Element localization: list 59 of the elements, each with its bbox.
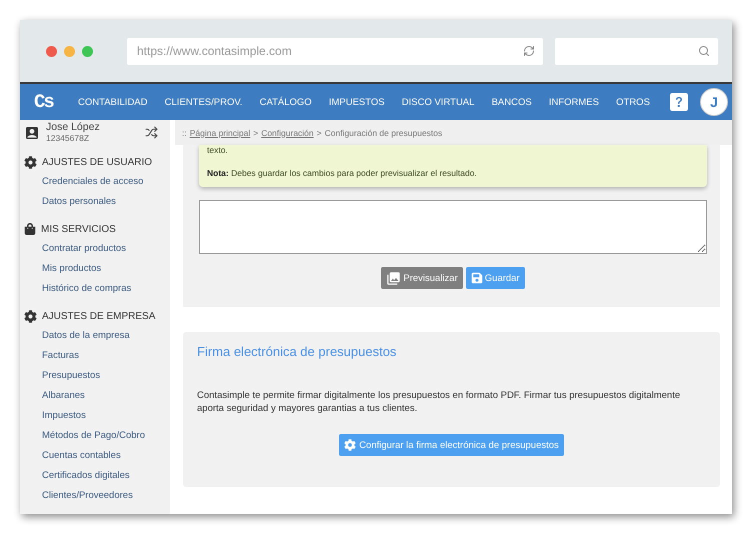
close-dot-icon[interactable]	[46, 46, 57, 56]
gear-icon	[344, 439, 356, 451]
note-text: texto.	[207, 145, 229, 156]
nav-link[interactable]: INFORMES	[548, 96, 599, 108]
sidebar-link[interactable]: Contratar productos	[20, 239, 170, 259]
breadcrumb-separator: >	[316, 128, 322, 138]
shopping-bag-icon	[24, 223, 36, 235]
description-text: Contasimple te permite firmar digitalmente los presupuestos en formato PDF. Firmar tus presupuestos digitalmente aporta seguridad y mayores garantias a tus clientes.	[197, 389, 682, 415]
images-icon	[386, 270, 402, 286]
text-area[interactable]	[199, 200, 707, 254]
sidebar-link[interactable]: Albaranes	[20, 386, 170, 406]
maximize-dot-icon[interactable]	[82, 46, 93, 56]
shuffle-icon[interactable]	[145, 126, 158, 139]
save-button[interactable]: Guardar	[466, 267, 525, 289]
nav-link[interactable]: CATÁLOGO	[260, 96, 312, 108]
breadcrumb-separator: >	[253, 128, 258, 138]
user-card-icon	[24, 124, 40, 140]
breadcrumb-link[interactable]: Configuración	[261, 128, 314, 138]
gear-icon	[24, 156, 37, 168]
gear-icon	[24, 310, 37, 322]
sidebar-link[interactable]: Credenciales de acceso	[20, 172, 170, 192]
nav-link[interactable]: DISCO VIRTUAL	[402, 96, 474, 108]
section-heading: AJUSTES DE EMPRESA	[42, 310, 156, 322]
refresh-icon[interactable]	[523, 45, 535, 57]
sidebar-link[interactable]: Facturas	[20, 346, 170, 366]
breadcrumb-link[interactable]: Página principal	[190, 128, 250, 138]
note-text: Nota: Debes guardar los cambios para poder previsualizar el resultado.	[207, 168, 478, 179]
sidebar-link[interactable]: Certificados digitales	[20, 466, 170, 486]
nav-link[interactable]: CONTABILIDAD	[78, 96, 148, 108]
help-icon[interactable]	[670, 93, 688, 111]
search-field[interactable]	[555, 38, 718, 64]
section-heading: MIS SERVICIOS	[41, 224, 116, 234]
minimize-dot-icon[interactable]	[64, 46, 75, 56]
sidebar-link[interactable]: Datos de la empresa	[20, 326, 170, 346]
sidebar-link[interactable]: Presupuestos	[20, 366, 170, 386]
nav-link[interactable]: IMPUESTOS	[328, 96, 385, 108]
search-icon	[698, 45, 710, 57]
configure-signature-button[interactable]: Configurar la firma electrónica de presupuestos	[339, 434, 564, 456]
user-name: Jose López	[46, 122, 101, 132]
current-page-label: Configuración de presupuestos	[324, 128, 442, 138]
breadcrumb-prefix: ::	[182, 128, 187, 138]
sidebar-link[interactable]: Impuestos	[20, 406, 170, 426]
sidebar-link[interactable]: Mis productos	[20, 259, 170, 279]
sidebar-link[interactable]: Métodos de Pago/Cobro	[20, 426, 170, 446]
user-avatar[interactable]: J	[700, 88, 728, 116]
user-id: 12345678Z	[46, 132, 90, 144]
section-heading: AJUSTES DE USUARIO	[42, 156, 152, 168]
sidebar-link[interactable]: Histórico de compras	[20, 279, 170, 299]
nav-link[interactable]: BANCOS	[492, 96, 532, 108]
nav-link[interactable]: OTROS	[616, 96, 650, 108]
sidebar-link[interactable]: Cuentas contables	[20, 446, 170, 466]
panel-title: Firma electrónica de presupuestos	[197, 344, 398, 359]
save-icon	[470, 272, 483, 284]
address-bar[interactable]: https://www.contasimple.com	[127, 38, 543, 64]
preview-button[interactable]: Previsualizar	[381, 267, 463, 289]
nav-link[interactable]: CLIENTES/PROV.	[164, 96, 242, 108]
logo[interactable]: Cs	[34, 91, 78, 113]
sidebar-link[interactable]: Clientes/Proveedores	[20, 486, 170, 506]
sidebar-link[interactable]: Datos personales	[20, 192, 170, 212]
